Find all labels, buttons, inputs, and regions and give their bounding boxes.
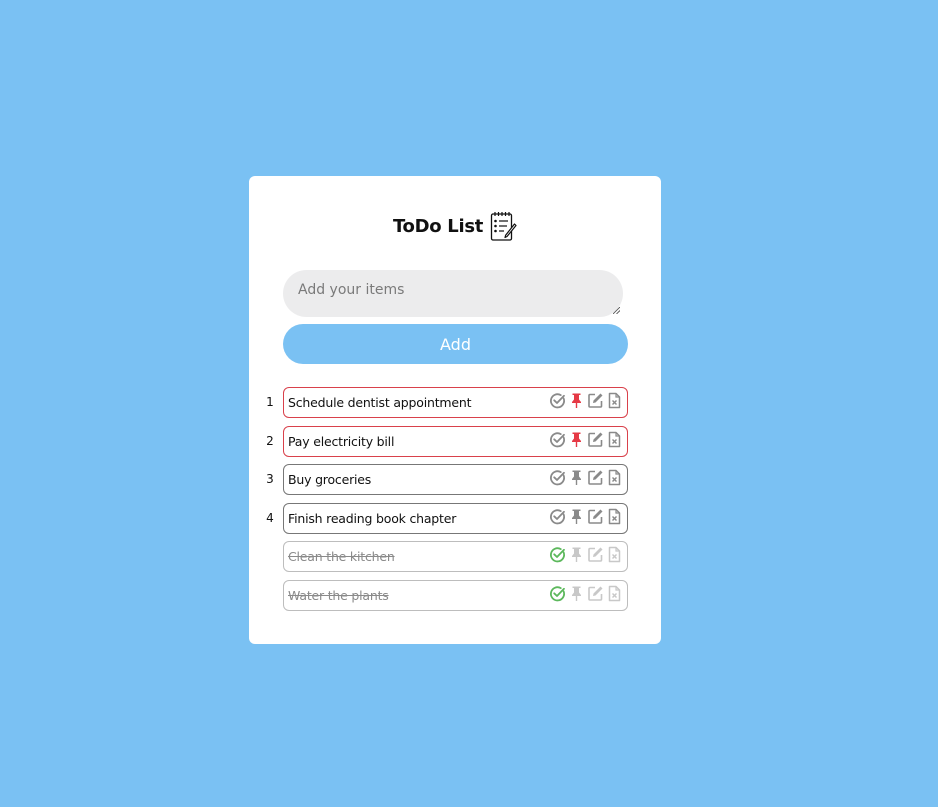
check-circle-icon[interactable]: [549, 546, 566, 563]
todo-item[interactable]: Schedule dentist appointment: [283, 387, 628, 418]
edit-icon[interactable]: [587, 585, 604, 602]
add-item-placeholder: Add your items: [298, 282, 405, 298]
pin-icon[interactable]: [568, 431, 585, 448]
item-actions: [549, 392, 623, 409]
notepad-checklist-icon: [490, 211, 517, 242]
delete-file-icon[interactable]: [606, 392, 623, 409]
pin-icon[interactable]: [568, 546, 585, 563]
edit-icon[interactable]: [587, 508, 604, 525]
delete-file-icon[interactable]: [606, 431, 623, 448]
todo-item-text: Water the plants: [288, 587, 389, 603]
list-item: 1 Schedule dentist appointment: [249, 387, 661, 418]
item-number: 3: [266, 472, 274, 487]
check-circle-icon[interactable]: [549, 508, 566, 525]
item-number: [263, 541, 277, 572]
list-item: Water the plants: [249, 579, 661, 611]
item-number: [263, 580, 277, 611]
list-item: 2 Pay electricity bill: [249, 425, 661, 457]
edit-icon[interactable]: [587, 546, 604, 563]
todo-item[interactable]: Clean the kitchen: [283, 541, 628, 573]
pin-icon[interactable]: [568, 469, 585, 486]
delete-file-icon[interactable]: [606, 585, 623, 602]
list-item: 3 Buy groceries: [249, 464, 661, 496]
edit-icon[interactable]: [587, 469, 604, 486]
check-circle-icon[interactable]: [549, 469, 566, 486]
pin-icon[interactable]: [568, 392, 585, 409]
todo-item-text: Clean the kitchen: [288, 549, 395, 565]
check-circle-icon[interactable]: [549, 392, 566, 409]
todo-item-text: Schedule dentist appointment: [288, 395, 472, 410]
item-number: 2: [266, 433, 274, 448]
todo-item[interactable]: Pay electricity bill: [283, 425, 628, 457]
item-number: 1: [266, 395, 274, 409]
todo-item-text: Finish reading book chapter: [288, 510, 457, 526]
item-actions: [549, 469, 623, 486]
todo-item[interactable]: Buy groceries: [283, 464, 628, 496]
edit-icon[interactable]: [587, 392, 604, 409]
todo-list: 1 Schedule dentist appointment 2 Pay electr…: [249, 387, 661, 619]
delete-file-icon[interactable]: [606, 469, 623, 486]
item-actions: [549, 431, 623, 448]
item-actions: [549, 508, 623, 525]
pin-icon[interactable]: [568, 508, 585, 525]
header: ToDo List: [249, 210, 661, 242]
delete-file-icon[interactable]: [606, 546, 623, 563]
item-actions: [549, 546, 623, 563]
list-item: Clean the kitchen: [249, 541, 661, 573]
resize-grip-icon[interactable]: [613, 307, 620, 314]
todo-card: ToDo List Add your items Add 1 Schedule …: [249, 176, 661, 644]
check-circle-icon[interactable]: [549, 585, 566, 602]
add-button[interactable]: Add: [283, 324, 628, 364]
item-number: 4: [266, 510, 274, 525]
todo-item[interactable]: Finish reading book chapter: [283, 502, 628, 534]
todo-item[interactable]: Water the plants: [283, 579, 628, 611]
todo-item-text: Buy groceries: [288, 472, 372, 488]
add-item-input[interactable]: Add your items: [283, 270, 623, 317]
list-item: 4 Finish reading book chapter: [249, 502, 661, 534]
todo-item-text: Pay electricity bill: [288, 433, 395, 449]
edit-icon[interactable]: [587, 431, 604, 448]
pin-icon[interactable]: [568, 585, 585, 602]
delete-file-icon[interactable]: [606, 508, 623, 525]
check-circle-icon[interactable]: [549, 431, 566, 448]
item-actions: [549, 585, 623, 602]
page-title: ToDo List: [392, 215, 484, 237]
